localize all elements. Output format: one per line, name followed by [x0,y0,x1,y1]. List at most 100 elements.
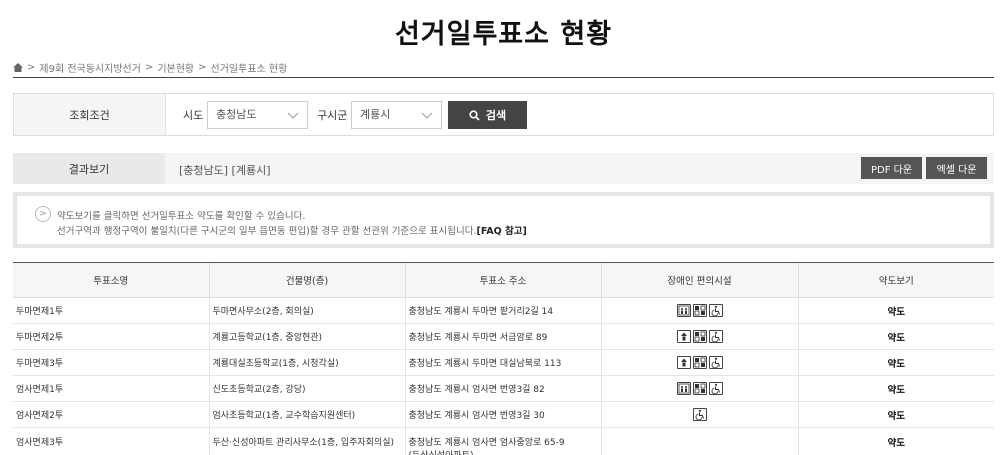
lift-icon [676,330,691,343]
braille-icon [692,382,707,395]
sigungu-label: 구시군 [317,109,348,122]
map-link[interactable]: 약도 [797,323,994,350]
cell-station-name: 엄사면제3투 [13,427,209,455]
search-icon [469,109,480,121]
search-button[interactable]: 검색 [448,101,527,129]
pdf-download-button[interactable]: PDF 다운 [861,157,922,179]
cell-address: 충청남도 계룡시 엄사면 엄사중앙로 65-9(두산신성아파트) [404,427,601,455]
excel-download-button[interactable]: 엑셀 다운 [926,157,987,179]
braille-icon [692,356,707,369]
address-line: 충청남도 계룡시 엄사면 번영3길 82 [408,385,545,395]
table-row: 두마면제1투 두마면사무소(2층, 회의실) 충청남도 계룡시 두마면 팥거리2길 … [13,297,994,324]
faq-link[interactable]: [FAQ 참고] [476,226,526,237]
table-row: 엄사면제3투 두산·신성아파트 관리사무소(1층, 입주자회의실) 충청남도 계룡시… [13,427,994,455]
result-region: [충청남도] [계룡시] [179,164,271,177]
address-line: 충청남도 계룡시 두마면 팥거리2길 14 [408,307,554,317]
sido-select[interactable]: 충청남도 [207,101,308,129]
sigungu-select[interactable]: 계룡시 [351,101,442,129]
home-icon[interactable] [13,63,23,72]
header-building: 건물명(층) [208,262,405,298]
cell-address: 충청남도 계룡시 두마면 팥거리2길 14 [404,297,601,324]
cell-facilities [600,297,798,324]
facility-icons [676,356,723,369]
cell-station-name: 두마면제1투 [13,297,209,324]
sido-label: 시도 [183,109,204,122]
cell-building: 두산·신성아파트 관리사무소(1층, 입주자회의실) [208,427,405,455]
breadcrumb-separator: > [198,62,207,73]
table-row: 엄사면제1투 신도초등학교(2층, 강당) 충청남도 계룡시 엄사면 번영3길 82… [13,375,994,402]
cell-building: 두마면사무소(2층, 회의실) [208,297,405,324]
cell-station-name: 두마면제3투 [13,349,209,376]
cell-facilities [600,427,798,455]
breadcrumb: > 제9회 전국동시지방선거 > 기본현황 > 선거일투표소 현황 [13,60,287,75]
sigungu-value: 계룡시 [360,108,391,121]
braille-icon [692,330,707,343]
facility-icons [692,408,707,421]
breadcrumb-separator: > [144,62,154,73]
cell-address: 충청남도 계룡시 엄사면 번영3길 82 [404,375,601,402]
notice-line-2-text: 선거구역과 행정구역이 불일치(다른 구시군의 일부 읍면동 편입)할 경우 관… [57,226,477,237]
cell-building: 신도초등학교(2층, 강당) [208,375,405,402]
cell-facilities [600,349,798,376]
facility-icons [676,330,723,343]
search-panel: 조회조건 시도 충청남도 구시군 계룡시 검색 [13,93,994,136]
address-line: 충청남도 계룡시 두마면 서금암로 89 [408,333,548,343]
map-link[interactable]: 약도 [797,427,994,455]
table-row: 엄사면제2투 엄사초등학교(1층, 교수학습지원센터) 충청남도 계룡시 엄사면 번… [13,401,994,428]
search-condition-label: 조회조건 [14,94,166,135]
cell-station-name: 엄사면제2투 [13,401,209,428]
chevron-down-icon [287,112,299,119]
wheelchair-icon [708,304,723,317]
table-header-row: 투표소명 건물명(층) 투표소 주소 장애인 편의시설 약도보기 [13,262,994,298]
cell-station-name: 두마면제2투 [13,323,209,350]
breadcrumb-item-election[interactable]: 제9회 전국동시지방선거 [39,60,141,75]
polling-station-table: 투표소명 건물명(층) 투표소 주소 장애인 편의시설 약도보기 두마면제1투 두… [13,262,994,455]
cell-facilities [600,401,798,428]
header-facilities: 장애인 편의시설 [600,262,798,298]
cell-building: 엄사초등학교(1층, 교수학습지원센터) [208,401,405,428]
sido-value: 충청남도 [216,108,257,121]
map-link[interactable]: 약도 [797,297,994,324]
cell-address: 충청남도 계룡시 두마면 서금암로 89 [404,323,601,350]
cell-facilities [600,375,798,402]
wheelchair-icon [708,382,723,395]
notice-line-1: 약도보기를 클릭하면 선거일투표소 약도를 확인할 수 있습니다. [57,211,306,222]
map-link[interactable]: 약도 [797,349,994,376]
breadcrumb-separator: > [27,62,36,73]
wheelchair-icon [708,330,723,343]
map-link[interactable]: 약도 [797,401,994,428]
wheelchair-icon [692,408,707,421]
header-map: 약도보기 [797,262,994,298]
elevator-icon [676,382,691,395]
breadcrumb-item-current: 선거일투표소 현황 [210,64,288,75]
breadcrumb-item-status[interactable]: 기본현황 [157,60,194,75]
chevron-down-icon [421,112,433,119]
cell-address: 충청남도 계룡시 두마면 대실남북로 113 [404,349,601,376]
result-bar: 결과보기 [충청남도] [계룡시] PDF 다운 엑셀 다운 [13,153,994,184]
wheelchair-icon [708,356,723,369]
search-button-label: 검색 [485,109,507,122]
header-address: 투표소 주소 [404,262,601,298]
notice-box: > 약도보기를 클릭하면 선거일투표소 약도를 확인할 수 있습니다. 선거구역… [13,192,994,248]
header-station-name: 투표소명 [13,262,209,298]
table-row: 두마면제3투 계룡대실초등학교(1층, 시청각실) 충청남도 계룡시 두마면 대실남… [13,349,994,376]
title-divider [13,77,994,78]
address-line-2: (두산신성아파트) [409,448,601,455]
facility-icons [676,304,723,317]
facility-icons [676,382,723,395]
cell-building: 계룡대실초등학교(1층, 시청각실) [208,349,405,376]
result-label: 결과보기 [13,153,165,184]
cell-facilities [600,323,798,350]
braille-icon [692,304,707,317]
table-row: 두마면제2투 계룡고등학교(1층, 중앙현관) 충청남도 계룡시 두마면 서금암로 … [13,323,994,350]
elevator-icon [676,304,691,317]
cell-address: 충청남도 계룡시 엄사면 번영3길 30 [404,401,601,428]
address-line: 충청남도 계룡시 엄사면 번영3길 30 [408,411,545,421]
chevron-right-icon: > [35,206,51,222]
page-title: 선거일투표소 현황 [394,19,613,50]
map-link[interactable]: 약도 [797,375,994,402]
cell-station-name: 엄사면제1투 [13,375,209,402]
notice-line-2: 선거구역과 행정구역이 불일치(다른 구시군의 일부 읍면동 편입)할 경우 관… [57,223,527,237]
address-line: 충청남도 계룡시 엄사면 엄사중앙로 65-9 [408,438,565,448]
cell-building: 계룡고등학교(1층, 중앙현관) [208,323,405,350]
